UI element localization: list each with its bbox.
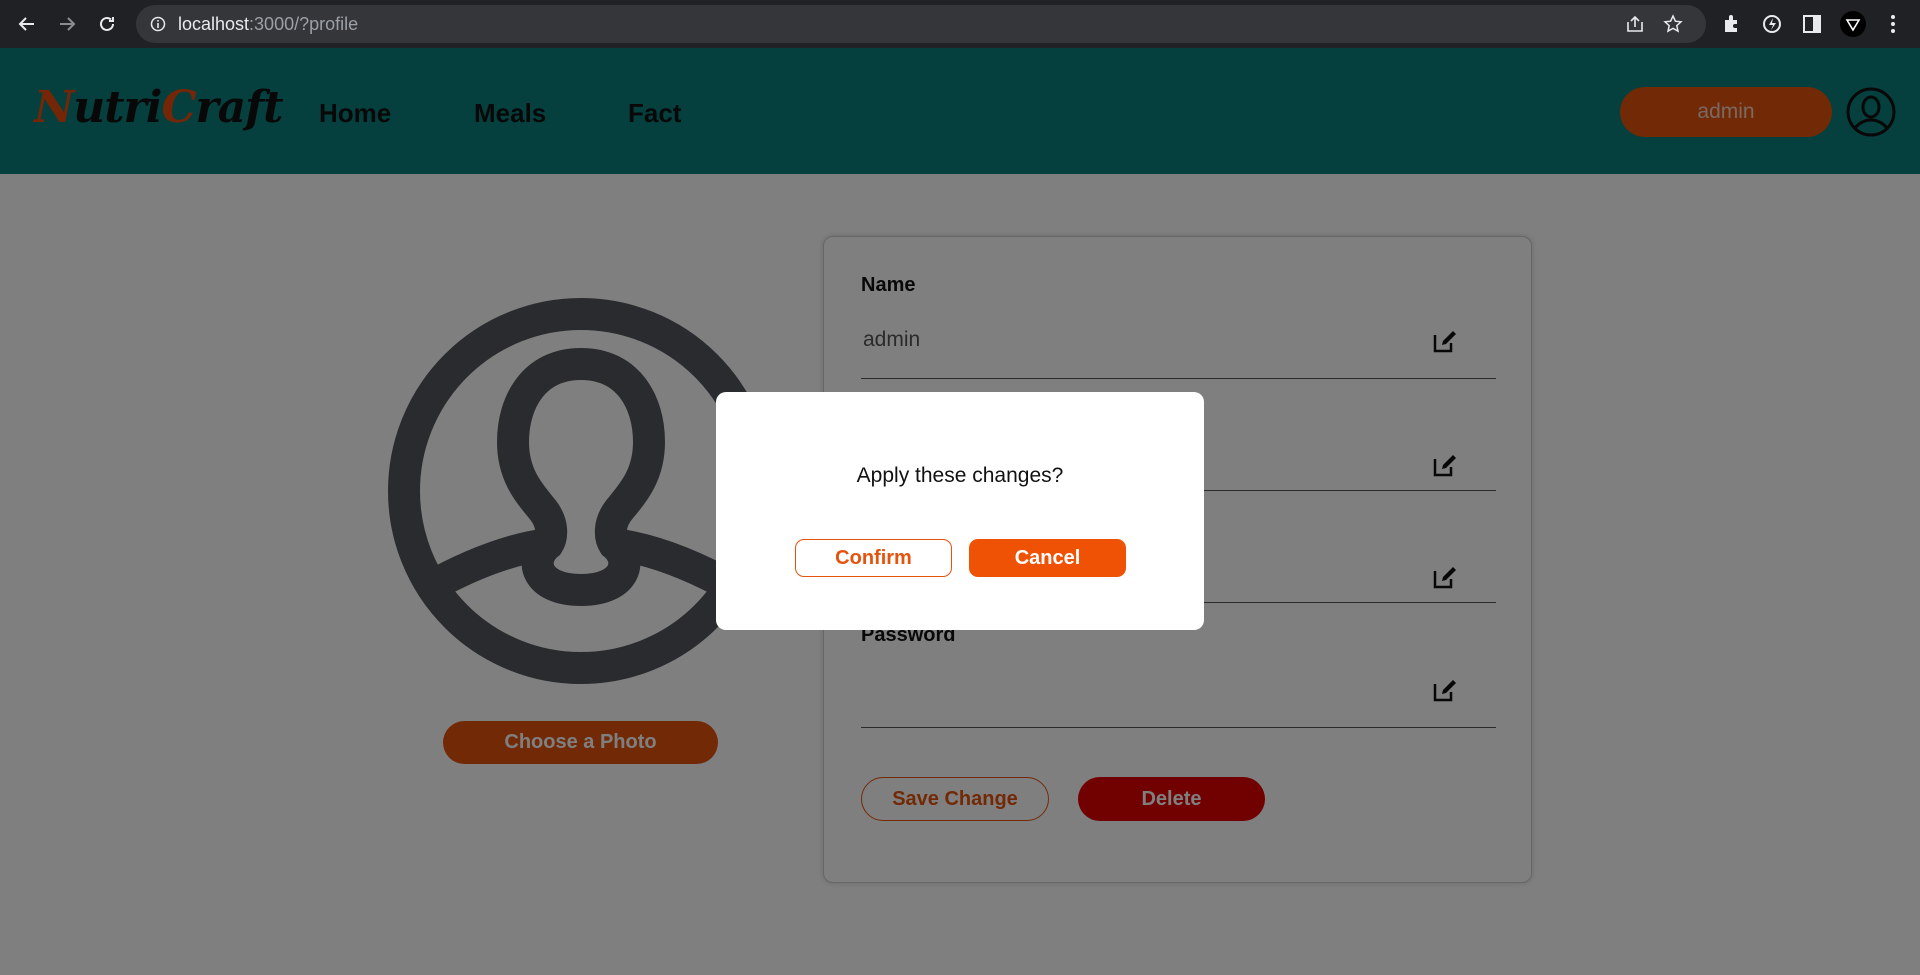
share-icon[interactable] bbox=[1620, 9, 1650, 39]
extensions-icon[interactable] bbox=[1717, 9, 1747, 39]
menu-icon[interactable] bbox=[1878, 9, 1908, 39]
sidebar-icon[interactable] bbox=[1797, 9, 1827, 39]
star-icon[interactable] bbox=[1658, 9, 1688, 39]
back-icon[interactable] bbox=[12, 9, 42, 39]
profile-icon[interactable] bbox=[1838, 9, 1868, 39]
confirm-button[interactable]: Confirm bbox=[795, 539, 952, 577]
forward-icon[interactable] bbox=[52, 9, 82, 39]
reload-icon[interactable] bbox=[92, 9, 122, 39]
url-text: localhost:3000/?profile bbox=[178, 14, 358, 35]
address-bar[interactable]: localhost:3000/?profile bbox=[136, 5, 1706, 43]
url-host: localhost bbox=[178, 14, 250, 34]
url-path: :3000/?profile bbox=[249, 14, 359, 34]
browser-toolbar: localhost:3000/?profile bbox=[0, 0, 1920, 48]
confirm-dialog: Apply these changes? Confirm Cancel bbox=[716, 392, 1204, 630]
info-icon[interactable] bbox=[150, 16, 166, 32]
extension-icon[interactable] bbox=[1757, 9, 1787, 39]
dialog-message: Apply these changes? bbox=[856, 464, 1064, 487]
cancel-button[interactable]: Cancel bbox=[969, 539, 1126, 577]
